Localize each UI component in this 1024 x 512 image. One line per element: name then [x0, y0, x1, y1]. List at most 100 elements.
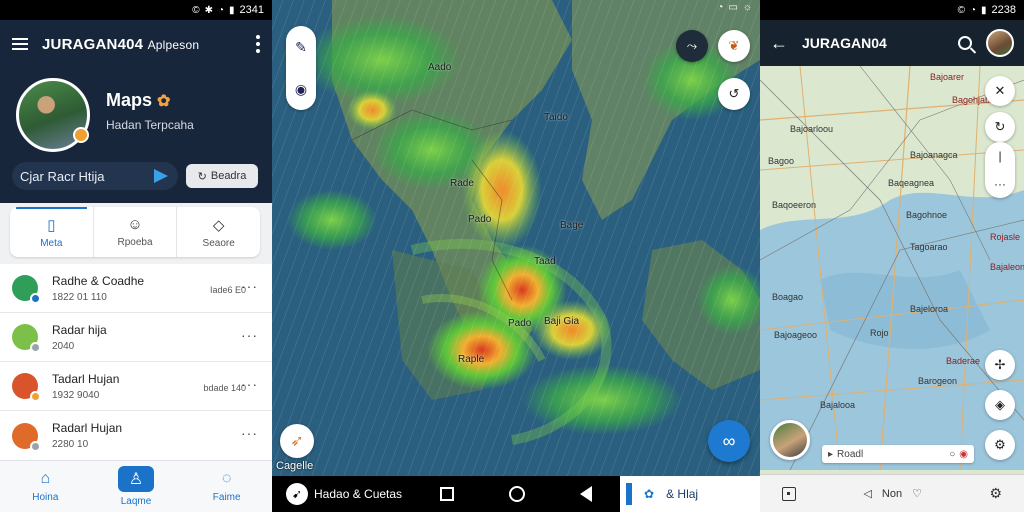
wifi-icon: ◔ — [717, 2, 724, 13]
map-label: Bagohnoe — [906, 210, 948, 220]
map-label: Raple — [458, 354, 485, 365]
close-button[interactable]: ✕ — [985, 76, 1015, 106]
item-title: Radar hija — [52, 322, 107, 337]
battery-icon: ▭ — [728, 2, 738, 13]
list-item[interactable]: Radar hija 2040 ··· — [0, 313, 272, 362]
layer-icon[interactable]: ◉ — [295, 81, 307, 98]
radar-button-label: Beadra — [210, 170, 247, 182]
app-bar: JURAGAN404 Aplpeson — [0, 20, 272, 68]
map-label: Bajoarloou — [790, 124, 834, 134]
direction-button[interactable]: ✢ — [985, 350, 1015, 380]
nav-laqme[interactable]: ♙ Laqme — [91, 461, 182, 512]
notification-icon: © — [957, 4, 965, 16]
trend-button[interactable]: ⤳ — [676, 30, 708, 62]
user-icon: ☺ — [127, 216, 143, 233]
map-tools: ✎ ◉ — [286, 26, 316, 110]
map-label: Rojasle — [990, 232, 1021, 242]
settings-button[interactable]: ⚙ — [985, 430, 1015, 460]
navigate-button[interactable]: ◈ — [985, 390, 1015, 420]
radar-player[interactable]: Cjar Racr Htija — [12, 162, 178, 190]
flag-icon: ▸ — [828, 448, 834, 460]
profile-subtitle: Hadan Terpcaha — [106, 118, 194, 132]
map-label: Baqeagnea — [888, 178, 935, 188]
tab-label: Meta — [40, 237, 63, 249]
pencil-icon[interactable]: ✎ — [295, 39, 307, 56]
location-label: Cagelle — [276, 460, 314, 472]
radar-button[interactable]: ↻ Beadra — [186, 164, 258, 188]
avatar[interactable] — [986, 29, 1014, 57]
shield-icon: ◇ — [212, 216, 225, 234]
item-title: Radarl Hujan — [52, 421, 123, 435]
map-label: Bajoarer — [930, 72, 965, 82]
more-options-icon[interactable] — [256, 35, 260, 53]
more-icon[interactable]: ··· — [241, 376, 258, 392]
settings-icon[interactable]: ⚙ — [989, 485, 1002, 502]
map-label: Boagao — [772, 292, 804, 302]
menu-icon[interactable] — [12, 38, 28, 50]
location-button[interactable]: ➶ — [280, 424, 314, 458]
play-icon[interactable] — [154, 169, 168, 183]
wifi-icon: ◔ — [969, 4, 976, 16]
butterfly-button[interactable]: ❦ — [718, 30, 750, 62]
eye-icon: ◉ — [959, 448, 968, 460]
more-icon[interactable]: ··· — [241, 425, 258, 441]
map-label: Rade — [450, 178, 474, 189]
back-arrow-icon[interactable]: ← — [770, 33, 788, 54]
item-subtitle: 1822 01 110 — [52, 291, 107, 303]
item-icon — [12, 324, 41, 353]
bottom-nav: ⌂ Hoina ♙ Laqme ◌ Faime — [0, 460, 272, 512]
more-icon[interactable]: ··· — [241, 278, 258, 294]
nav-home[interactable]: ⌂ Hoina — [0, 461, 91, 512]
item-icon — [12, 275, 41, 304]
radar-row: Cjar Racr Htija ↻ Beadra — [12, 162, 262, 190]
back-icon[interactable] — [580, 486, 593, 502]
home-icon[interactable] — [508, 486, 525, 502]
recents-icon[interactable] — [439, 487, 454, 501]
marker-icon — [626, 483, 632, 505]
nav-label: Faime — [212, 492, 241, 503]
item-subtitle: 2040 — [52, 340, 75, 352]
bottom-strip: ✿ & Hlaj — [620, 476, 760, 512]
radar-map[interactable] — [272, 0, 760, 512]
radar-label: Cjar Racr Htija — [20, 168, 105, 184]
status-bar: © ✱ ◔ ▮ 2341 — [0, 0, 272, 20]
profile-header: JURAGAN404 Aplpeson Maps ✿ Hadan Terpcah… — [0, 20, 272, 203]
item-subtitle: 1932 9040 — [52, 389, 100, 401]
zoom-in-icon[interactable]: | — [998, 149, 1001, 163]
home-icon[interactable]: ♡ — [912, 487, 922, 500]
nav-faime[interactable]: ◌ Faime — [181, 461, 272, 512]
more-icon[interactable]: ··· — [994, 177, 1006, 191]
item-icon — [12, 373, 41, 402]
app-title-suffix: Aplpeson — [147, 37, 200, 52]
map-label: Bajoanagca — [910, 150, 958, 160]
app-bar: ← JURAGAN04 — [760, 20, 1024, 66]
tab-rpoeba[interactable]: ☺ Rpoeba — [92, 207, 177, 257]
lasso-button[interactable]: ↻ — [985, 112, 1015, 142]
app-title: JURAGAN04 — [802, 35, 887, 51]
app-title-main: JURAGAN404 — [42, 35, 144, 53]
rotate-button[interactable]: ↺ — [718, 78, 750, 110]
list-item[interactable]: Radhe & Coadhe 1822 01 110 Iade6 E0 ··· — [0, 264, 272, 313]
link-fab[interactable]: ∞ — [708, 420, 750, 462]
avatar[interactable] — [16, 78, 90, 152]
list-item[interactable]: Radarl Hujan 2280 10 ··· — [0, 411, 272, 460]
tab-meta[interactable]: ▯ Meta — [10, 207, 93, 257]
user-avatar[interactable] — [770, 420, 810, 460]
back-icon[interactable]: ◁ — [863, 487, 871, 500]
map-label: Barogeon — [918, 376, 958, 386]
map-label: Tagoarao — [910, 242, 948, 252]
nav-brand[interactable]: ➹ Hadao & Cuetas — [272, 483, 412, 505]
recents-icon[interactable] — [782, 486, 796, 501]
tab-seaore[interactable]: ◇ Seaore — [176, 207, 260, 257]
signal-icon: ▮ — [981, 4, 987, 16]
list-item[interactable]: Tadarl Hujan 1932 9040 bdade 140 ··· — [0, 362, 272, 411]
tab-bar: ▯ Meta ☺ Rpoeba ◇ Seaore — [10, 207, 260, 257]
more-icon[interactable]: ··· — [241, 327, 258, 343]
route-input-text: Roadl — [837, 448, 864, 460]
search-icon[interactable] — [958, 36, 972, 50]
status-bar: © ◔ ▮ 2238 — [760, 0, 1024, 20]
circle-icon: ○ — [949, 448, 956, 460]
route-input[interactable]: ▸ Roadl ○ ◉ — [822, 445, 974, 463]
panel-street-map: © ◔ ▮ 2238 ← JURAGAN04 Bajoarer Bagohjab… — [760, 0, 1024, 512]
status-time: 2238 — [991, 4, 1016, 16]
